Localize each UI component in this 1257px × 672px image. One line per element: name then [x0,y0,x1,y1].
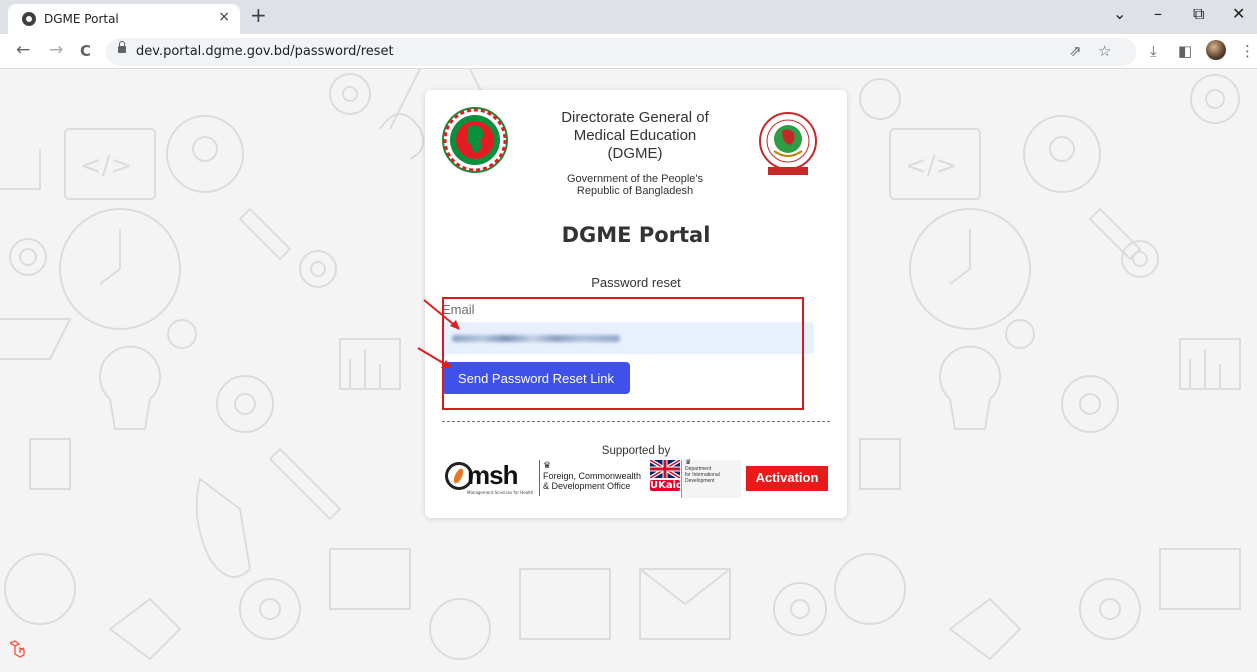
page-title: DGME Portal [561,223,711,247]
gov-line-1: Government of the People's [566,173,703,185]
fcdo-logo: ♛ Foreign, Commonwealth & Development Of… [539,460,643,496]
msh-subtitle: Management Sciences for Health [467,490,534,495]
kebab-menu-icon[interactable]: ⋮ [1240,42,1255,60]
dgme-seal-icon [759,112,817,175]
forward-button[interactable]: → [49,40,63,60]
divider [442,421,830,422]
tab-search-icon[interactable]: ⌄ [1113,4,1126,23]
supported-by-label: Supported by [601,445,671,457]
org-name-line-3: (DGME) [607,145,663,162]
dfid-logo: ♛ Department for International Developme… [681,459,741,498]
msh-logo-text: msh [467,460,518,490]
ukaid-logo: UKaid [650,460,684,498]
lock-icon[interactable] [118,41,126,53]
share-icon[interactable]: ⇗ [1069,42,1082,60]
org-name-line-2: Medical Education [573,127,697,144]
form-title: Password reset [591,275,681,290]
profile-avatar[interactable] [1206,40,1226,60]
union-jack-icon [650,460,680,478]
laravel-icon [9,640,25,660]
url-text[interactable]: dev.portal.dgme.gov.bd/password/reset [136,44,394,59]
back-button[interactable]: ← [16,40,30,60]
svg-text:</>: </> [80,151,132,181]
browser-tab-strip: DGME Portal × + ⌄ – ⧉ ✕ [0,0,1257,34]
fcdo-line-2: & Development Office [543,481,631,491]
download-icon[interactable]: ⤓ [1150,42,1157,60]
address-bar[interactable]: dev.portal.dgme.gov.bd/password/reset [106,38,1136,66]
bookmark-star-icon[interactable]: ☆ [1098,42,1111,60]
new-tab-button[interactable]: + [250,3,267,27]
annotation-highlight-box [442,297,804,410]
royal-crest-icon: ♛ [543,460,552,470]
bangladesh-govt-seal-icon [442,107,508,173]
org-name-line-1: Directorate General of [561,109,709,126]
activation-badge: Activation [746,466,828,491]
globe-icon [22,12,36,26]
fcdo-line-1: Foreign, Commonwealth [543,471,642,481]
browser-tab[interactable]: DGME Portal × [8,4,240,34]
msh-logo: msh Management Sciences for Health [445,460,537,495]
tab-title: DGME Portal [44,12,119,26]
svg-text:</>: </> [905,151,957,181]
dfid-line-3: Development [685,478,715,484]
gov-line-2: Republic of Bangladesh [576,185,694,197]
tab-close-icon[interactable]: × [218,9,230,25]
restore-button[interactable]: ⧉ [1193,4,1204,24]
close-window-button[interactable]: ✕ [1232,4,1245,23]
ukaid-label: UKaid [650,480,684,491]
annotation-arrow-icon [417,347,452,368]
annotation-arrow-icon [423,299,460,330]
minimize-button[interactable]: – [1154,4,1162,23]
browser-toolbar: ← → C dev.portal.dgme.gov.bd/password/re… [0,34,1257,69]
reload-button[interactable]: C [80,42,91,60]
organization-header: Directorate General of Medical Education… [535,109,735,197]
sidepanel-icon[interactable]: ◧ [1178,42,1192,60]
